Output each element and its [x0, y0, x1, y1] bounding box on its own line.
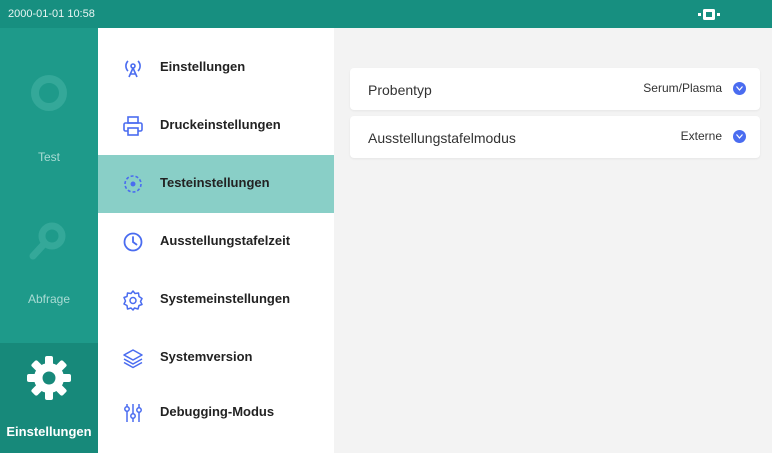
menu-label-systemversion: Systemversion [160, 349, 253, 364]
navigation-rail: Test Abfrage Einstellungen [0, 28, 98, 453]
menu-item-ausstellungstafelzeit[interactable]: Ausstellungstafelzeit [98, 213, 334, 271]
menu-item-systemeinstellungen[interactable]: Systemeinstellungen [98, 271, 334, 329]
setting-value-ausstellungstafelmodus: Externe [680, 129, 722, 143]
setting-row-ausstellungstafelmodus[interactable]: Ausstellungstafelmodus Externe [350, 116, 760, 158]
nav-item-einstellungen[interactable]: Einstellungen [0, 343, 98, 453]
menu-label-testeinstellungen: Testeinstellungen [160, 175, 270, 190]
nav-label-test: Test [37, 150, 60, 164]
menu-label-debugging-modus: Debugging-Modus [160, 404, 275, 419]
setting-label-ausstellungstafelmodus: Ausstellungstafelmodus [368, 130, 516, 146]
nav-item-abfrage[interactable]: Abfrage [0, 198, 98, 318]
chevron-down-icon[interactable] [733, 82, 746, 95]
menu-label-ausstellungstafelzeit: Ausstellungstafelzeit [160, 233, 291, 248]
sliders-icon [124, 404, 142, 422]
gear-outline-icon [123, 290, 143, 311]
setting-value-probentyp: Serum/Plasma [643, 81, 722, 95]
gear-icon [27, 356, 71, 400]
menu-label-systemeinstellungen: Systemeinstellungen [160, 291, 291, 306]
antenna-icon [125, 60, 141, 78]
query-icon [29, 222, 66, 260]
printer-icon [123, 116, 143, 136]
clock-icon [123, 232, 143, 252]
setting-label-probentyp: Probentyp [368, 82, 432, 98]
datetime-label: 2000-01-01 10:58 [8, 8, 95, 20]
test-icon [31, 75, 67, 111]
menu-item-einstellungen[interactable]: Einstellungen [98, 39, 334, 97]
menu-item-druckeinstellungen[interactable]: Druckeinstellungen [98, 97, 334, 155]
nav-item-test[interactable]: Test [0, 56, 98, 176]
menu-item-systemversion[interactable]: Systemversion [98, 329, 334, 387]
settings-content: Probentyp Serum/Plasma Ausstellungstafel… [334, 28, 772, 453]
menu-label-einstellungen: Einstellungen [160, 59, 246, 74]
chevron-down-icon[interactable] [733, 130, 746, 143]
nav-label-abfrage: Abfrage [27, 292, 71, 306]
menu-item-debugging-modus[interactable]: Debugging-Modus [98, 384, 334, 442]
menu-item-testeinstellungen[interactable]: Testeinstellungen [98, 155, 334, 213]
target-icon [124, 175, 142, 193]
menu-label-druckeinstellungen: Druckeinstellungen [160, 117, 281, 132]
setting-row-probentyp[interactable]: Probentyp Serum/Plasma [350, 68, 760, 110]
status-bar: 2000-01-01 10:58 [0, 0, 772, 28]
nav-label-einstellungen: Einstellungen [6, 424, 92, 439]
device-status-icon [698, 9, 720, 20]
settings-menu: Einstellungen Druckeinstellungen Testein… [98, 28, 334, 453]
layers-icon [123, 349, 143, 369]
